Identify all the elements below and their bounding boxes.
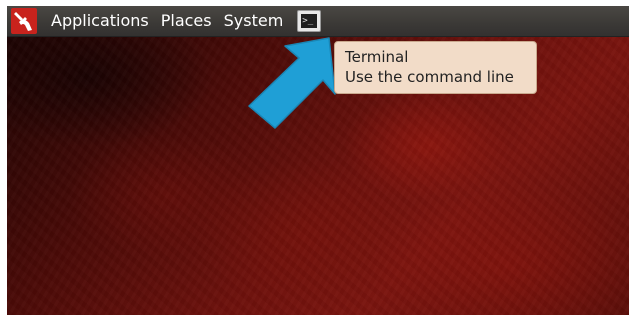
tooltip-title: Terminal	[345, 48, 409, 66]
terminal-icon: >_	[301, 14, 318, 28]
menu-system[interactable]: System	[218, 6, 290, 36]
pointer-arrow-icon	[248, 37, 336, 129]
top-panel: Applications Places System >_	[7, 6, 629, 37]
menu-applications[interactable]: Applications	[45, 6, 155, 36]
terminal-tooltip: Terminal Use the command line	[334, 41, 537, 94]
tooltip-description: Use the command line	[345, 68, 514, 86]
red-hat-logo-icon[interactable]	[11, 8, 37, 34]
menu-places[interactable]: Places	[155, 6, 218, 36]
terminal-launcher-button[interactable]: >_	[297, 10, 322, 32]
screenshot-frame: Applications Places System >_ Terminal U…	[7, 6, 629, 315]
